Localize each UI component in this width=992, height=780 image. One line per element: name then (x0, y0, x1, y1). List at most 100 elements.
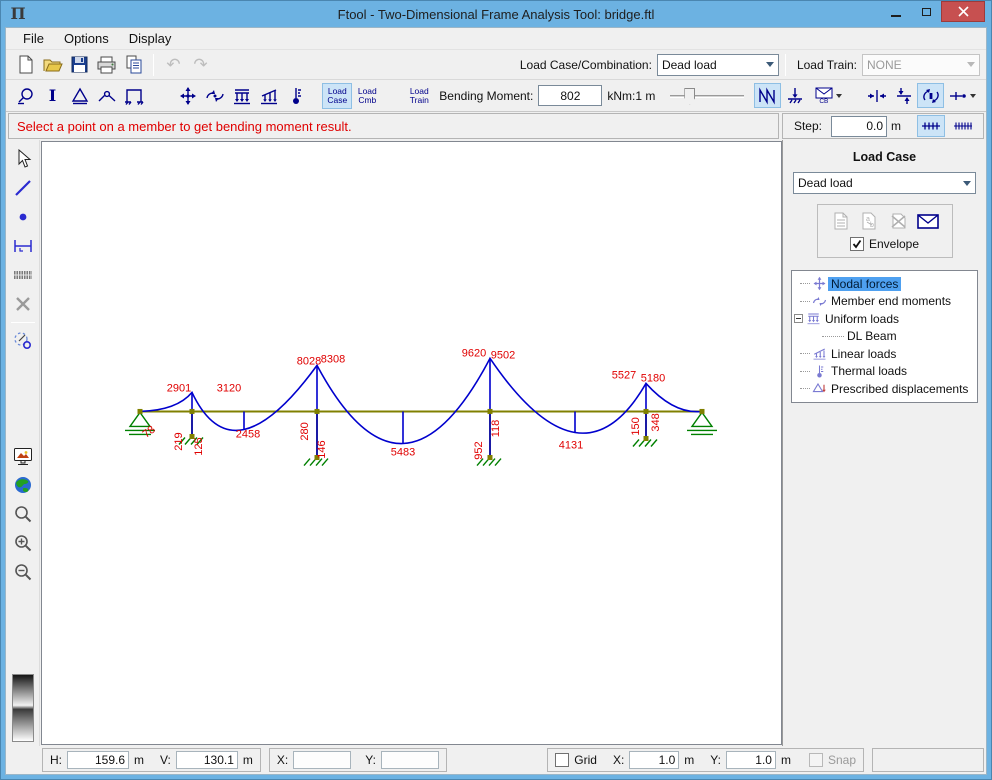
thermal-loads-button[interactable] (282, 83, 309, 108)
tree-item-thermal-loads[interactable]: Thermal loads (794, 363, 975, 381)
scale-gradient-widget[interactable] (12, 674, 34, 742)
step-coarse-button[interactable] (917, 115, 945, 137)
model-canvas[interactable]: 78 2901 3120 219 125 2458 8028 8308 280 … (41, 141, 782, 745)
tree-item-nodal-forces[interactable]: Nodal forces (794, 275, 975, 293)
section-cut-button[interactable] (944, 83, 980, 108)
x-label: X: (277, 753, 288, 767)
world-view-button[interactable] (9, 472, 37, 498)
grid-x-input[interactable] (629, 751, 679, 769)
new-file-button[interactable] (12, 52, 39, 77)
v-input[interactable] (176, 751, 238, 769)
copy-button[interactable] (120, 52, 147, 77)
rename-load-case-button[interactable]: ab (859, 211, 881, 231)
h-unit: m (134, 753, 144, 767)
step-input[interactable] (831, 116, 887, 137)
envelope-checkbox[interactable] (850, 237, 864, 251)
line-icon (14, 179, 32, 197)
menu-options[interactable]: Options (55, 29, 118, 48)
zoom-in-button[interactable] (9, 530, 37, 556)
hinge-button[interactable] (93, 83, 120, 108)
supports-button[interactable] (120, 83, 147, 108)
nodal-forces-button[interactable] (174, 83, 201, 108)
print-button[interactable] (93, 52, 120, 77)
transform-button[interactable] (9, 328, 37, 354)
moment-label: 5527 (612, 369, 636, 381)
grid-checkbox[interactable] (555, 753, 569, 767)
tree-item-member-end-moments[interactable]: Member end moments (794, 293, 975, 311)
new-load-case-button[interactable] (830, 211, 852, 231)
envelope-cb-label: CB (819, 99, 828, 105)
keyboard-input-button[interactable] (9, 262, 37, 288)
tree-item-dl-beam[interactable]: DL Beam (794, 328, 975, 346)
redo-button[interactable]: ↷ (187, 52, 214, 77)
section-properties-button[interactable]: I (39, 83, 66, 108)
bending-moment-input[interactable] (538, 85, 602, 106)
step-fine-button[interactable] (949, 115, 977, 137)
h-input[interactable] (67, 751, 129, 769)
y-label: Y: (365, 753, 376, 767)
dimension-button[interactable] (9, 233, 37, 259)
select-button[interactable] (9, 146, 37, 172)
toolbar-separator (785, 54, 786, 76)
linear-loads-button[interactable] (255, 83, 282, 108)
envelope-icon (917, 214, 939, 229)
delete-x-icon (14, 295, 32, 313)
uniform-loads-button[interactable] (228, 83, 255, 108)
zoom-window-button[interactable] (9, 501, 37, 527)
panel-load-case-select[interactable]: Dead load (793, 172, 976, 194)
title-bar[interactable]: Π Ftool - Two-Dimensional Frame Analysis… (1, 1, 991, 27)
load-train-button[interactable]: Load Train (404, 83, 434, 109)
envelope-mode-button[interactable]: CB (808, 83, 848, 108)
menu-display[interactable]: Display (120, 29, 181, 48)
fit-screen-button[interactable] (9, 443, 37, 469)
undo-icon: ↶ (166, 56, 180, 73)
close-button[interactable] (941, 1, 985, 22)
stretch-horizontal-button[interactable] (863, 83, 890, 108)
reactions-button[interactable] (781, 83, 808, 108)
tree-item-uniform-loads[interactable]: Uniform loads (794, 310, 975, 328)
save-button[interactable] (66, 52, 93, 77)
member-end-moments-button[interactable] (201, 83, 228, 108)
step-fine-ticks-icon (953, 120, 973, 132)
delete-load-case-button[interactable] (888, 211, 910, 231)
load-case-combination-select[interactable]: Dead load (657, 54, 779, 76)
load-case-button[interactable]: Load Case (322, 83, 352, 109)
new-file-icon (17, 55, 35, 74)
tree-item-linear-loads[interactable]: Linear loads (794, 345, 975, 363)
linear-loads-icon (810, 346, 828, 361)
check-icon (852, 239, 862, 249)
diagram-toggle-button[interactable] (754, 83, 781, 108)
insert-node-button[interactable] (9, 204, 37, 230)
draw-member-button[interactable] (9, 175, 37, 201)
divider (11, 322, 35, 323)
maximize-button[interactable] (911, 1, 941, 22)
stretch-vertical-button[interactable] (890, 83, 917, 108)
grid-y-input[interactable] (726, 751, 776, 769)
result-scale-slider[interactable] (670, 86, 744, 106)
h-label: H: (50, 753, 62, 767)
step-ticks-icon (921, 120, 941, 132)
chevron-down-icon (836, 94, 842, 98)
load-cmb-button[interactable]: Load Cmb (352, 83, 382, 109)
zoom-out-button[interactable] (9, 559, 37, 585)
rotate-view-button[interactable] (917, 83, 944, 108)
open-file-button[interactable] (39, 52, 66, 77)
delete-button[interactable] (9, 291, 37, 317)
minimize-button[interactable] (881, 1, 911, 22)
inspect-button[interactable] (12, 83, 39, 108)
collapse-expander[interactable] (794, 314, 803, 323)
load-tree: Nodal forces Member end moments (791, 270, 978, 403)
hinge-icon (97, 86, 117, 106)
undo-button[interactable]: ↶ (160, 52, 187, 77)
slider-thumb[interactable] (684, 88, 695, 105)
toolbar-separator (153, 54, 154, 76)
monitor-icon (13, 447, 33, 466)
chevron-down-icon (967, 62, 975, 67)
tree-item-prescribed-displacements[interactable]: Prescribed displacements (794, 380, 975, 398)
chevron-down-icon (766, 62, 774, 67)
material-button[interactable] (66, 83, 93, 108)
envelope-button[interactable] (917, 211, 939, 231)
slider-track (670, 95, 744, 98)
menu-file[interactable]: File (14, 29, 53, 48)
status-spare-box (872, 748, 984, 772)
